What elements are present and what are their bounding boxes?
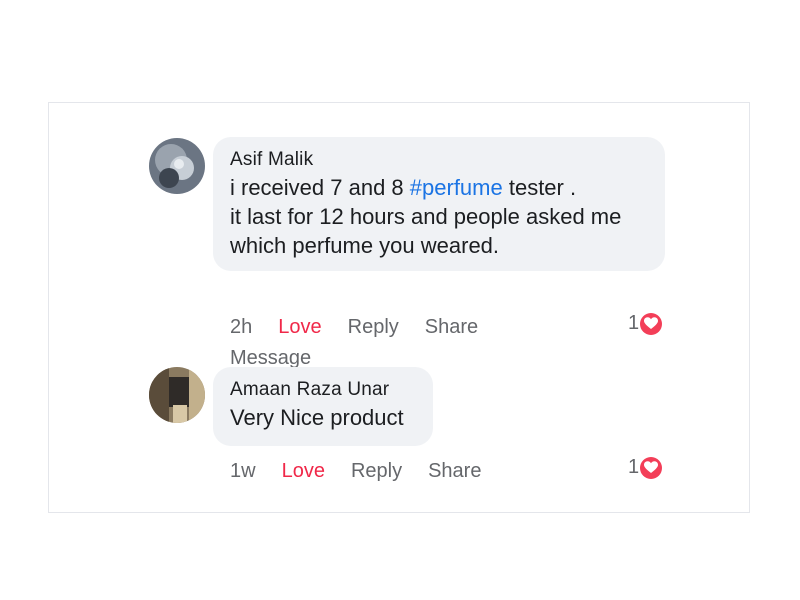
comment-bubble: Amaan Raza Unar Very Nice product [213, 367, 433, 446]
comment-text: i received 7 and 8 #perfume tester . it … [230, 175, 622, 258]
comment-time[interactable]: 1w [230, 460, 256, 482]
comment-actions: 1w Love Reply Share [230, 459, 507, 483]
avatar[interactable] [149, 138, 205, 194]
comment-text: Very Nice product [230, 405, 404, 430]
comment-time[interactable]: 2h [230, 316, 252, 338]
reaction-count: 1 [628, 312, 640, 334]
reaction-summary[interactable]: 1 [628, 456, 663, 479]
heart-reaction-icon [640, 456, 663, 479]
love-button[interactable]: Love [278, 316, 321, 338]
reaction-count: 1 [628, 456, 640, 478]
comment-actions: 2h Love Reply Share [230, 315, 504, 339]
share-button[interactable]: Share [428, 460, 481, 482]
share-button[interactable]: Share [425, 316, 478, 338]
comment-author[interactable]: Amaan Raza Unar [230, 377, 417, 403]
avatar[interactable] [149, 367, 205, 423]
heart-reaction-icon [640, 312, 663, 335]
love-button[interactable]: Love [282, 460, 325, 482]
comment-author[interactable]: Asif Malik [230, 147, 649, 173]
hashtag-link[interactable]: #perfume [410, 175, 503, 200]
reply-button[interactable]: Reply [348, 316, 399, 338]
comment-bubble: Asif Malik i received 7 and 8 #perfume t… [213, 137, 665, 271]
reaction-summary[interactable]: 1 [628, 312, 663, 335]
reply-button[interactable]: Reply [351, 460, 402, 482]
comments-card: Asif Malik i received 7 and 8 #perfume t… [48, 102, 750, 513]
